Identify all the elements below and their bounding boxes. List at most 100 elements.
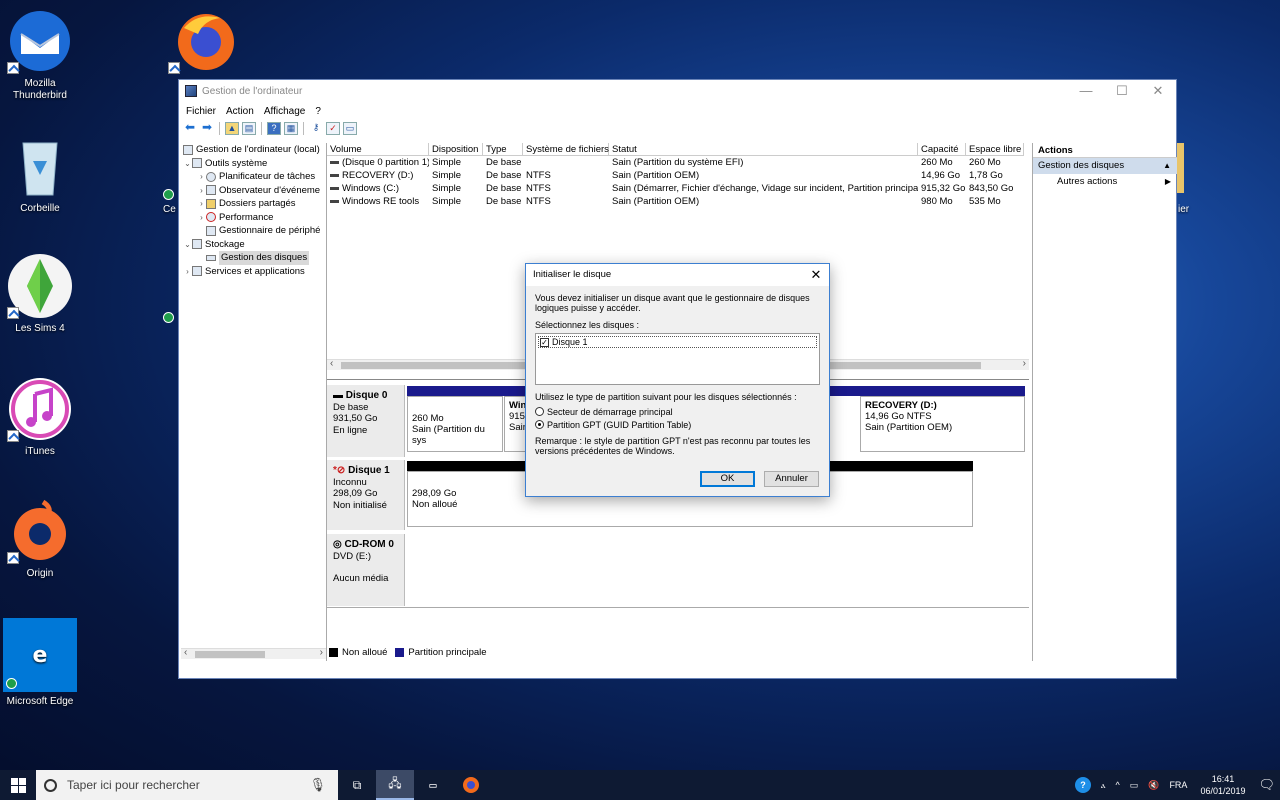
disk-selection-list[interactable]: ✓ Disque 1 [535, 333, 820, 385]
disk-list-item[interactable]: ✓ Disque 1 [538, 336, 817, 348]
input-language[interactable]: FRA [1169, 780, 1187, 790]
action-center-icon[interactable]: 🗨 [1258, 777, 1275, 793]
column-header-status[interactable]: Statut [609, 143, 918, 156]
show-hide-tree-icon[interactable]: ▤ [242, 121, 256, 135]
tree-item-performance[interactable]: › Performance [181, 211, 326, 225]
tree-item-disk-management[interactable]: Gestion des disques [181, 251, 326, 265]
shortcut-arrow-icon [7, 430, 19, 442]
tree-horizontal-scrollbar[interactable]: ‹ › [181, 647, 326, 659]
disk1-checkbox[interactable]: ✓ [540, 337, 549, 347]
tree-item-task-scheduler[interactable]: › Planificateur de tâches [181, 170, 326, 184]
mbr-radio-option[interactable]: Secteur de démarrage principal [535, 405, 820, 418]
tree-item-shared-folders[interactable]: › Dossiers partagés [181, 197, 326, 211]
taskbar-computer-management-icon[interactable]: 🖧 [376, 770, 414, 800]
collapsed-chevron-icon[interactable]: › [197, 211, 206, 225]
tree-item-services-applications[interactable]: › Services et applications [181, 265, 326, 279]
help-circle-icon[interactable]: ? [1074, 777, 1091, 793]
taskbar-firefox-icon[interactable] [452, 770, 490, 800]
minimize-button[interactable]: — [1068, 83, 1104, 99]
actions-section-disk-management[interactable]: Gestion des disques ▲ [1033, 158, 1177, 174]
services-icon [192, 266, 202, 277]
desktop-icon-firefox[interactable] [162, 8, 240, 78]
scroll-right-icon[interactable]: › [320, 647, 323, 658]
menu-bar: Fichier Action Affichage ? [179, 102, 1176, 120]
ok-button[interactable]: OK [700, 471, 755, 487]
partial-folder-icon [1177, 143, 1184, 193]
menu-help[interactable]: ? [315, 106, 321, 117]
column-header-filesystem[interactable]: Système de fichiers [523, 143, 609, 156]
column-header-disposition[interactable]: Disposition [429, 143, 483, 156]
shortcut-arrow-icon [168, 62, 180, 74]
properties-icon[interactable]: ▦ [284, 121, 298, 135]
expanded-chevron-icon[interactable]: ⌄ [183, 238, 192, 252]
microphone-icon[interactable]: 🎙 [309, 777, 326, 793]
collapsed-chevron-icon[interactable]: › [197, 197, 206, 211]
menu-affichage[interactable]: Affichage [264, 106, 306, 117]
disk0-label[interactable]: ▬ Disque 0 De base 931,50 Go En ligne [327, 385, 405, 457]
cancel-button[interactable]: Annuler [764, 471, 819, 487]
dialog-close-icon[interactable]: ✕ [803, 264, 829, 286]
desktop-icon-edge[interactable]: e Microsoft Edge [1, 618, 79, 708]
mbr-radio-button[interactable] [535, 407, 544, 416]
volume-muted-icon[interactable]: 🔇 [1148, 780, 1159, 791]
column-header-volume[interactable]: Volume [327, 143, 429, 156]
tree-item-event-viewer[interactable]: › Observateur d'événeme [181, 184, 326, 198]
collapsed-chevron-icon[interactable]: › [197, 184, 206, 198]
collapsed-chevron-icon[interactable]: › [183, 265, 192, 279]
actions-more[interactable]: Autres actions ▶ [1033, 174, 1177, 189]
desktop-icon-recycle-bin[interactable]: Corbeille [1, 133, 79, 215]
tree-item-system-tools[interactable]: ⌄ Outils système [181, 157, 326, 171]
checklist-icon[interactable]: ✓ [326, 121, 340, 135]
column-header-type[interactable]: Type [483, 143, 523, 156]
scroll-left-icon[interactable]: ‹ [330, 358, 333, 369]
table-row[interactable]: RECOVERY (D:) Simple De base NTFS Sain (Part… [327, 169, 1029, 182]
menu-fichier[interactable]: Fichier [186, 106, 216, 117]
taskbar-search-box[interactable]: Taper ici pour rechercher 🎙 [36, 770, 338, 800]
tree-item-storage[interactable]: ⌄ Stockage [181, 238, 326, 252]
back-arrow-icon[interactable]: ⬅ [183, 121, 197, 135]
menu-action[interactable]: Action [226, 106, 254, 117]
clock[interactable]: 16:41 06/01/2019 [1200, 773, 1245, 797]
toolbar-separator [219, 121, 220, 135]
desktop-icon-itunes[interactable]: iTunes [1, 376, 79, 458]
taskbar-cmd-icon[interactable]: ▭ [414, 770, 452, 800]
dialog-title-bar[interactable]: Initialiser le disque ✕ [526, 264, 829, 286]
maximize-button[interactable]: ☐ [1104, 83, 1140, 99]
close-button[interactable]: ✕ [1140, 83, 1176, 99]
table-row[interactable]: Windows (C:) Simple De base NTFS Sain (Démar… [327, 182, 1029, 195]
up-folder-icon[interactable]: ▲ [225, 121, 239, 135]
scrollbar-thumb[interactable] [195, 651, 265, 658]
desktop-icon-thunderbird[interactable]: Mozilla Thunderbird [1, 8, 79, 102]
shortcut-arrow-icon [7, 62, 19, 74]
title-bar[interactable]: Gestion de l'ordinateur — ☐ ✕ [179, 80, 1176, 102]
cdrom-label[interactable]: ◎ CD-ROM 0 DVD (E:) Aucun média [327, 534, 405, 606]
column-header-free-space[interactable]: Espace libre [966, 143, 1024, 156]
key-icon[interactable]: ⚷ [309, 122, 323, 135]
forward-arrow-icon[interactable]: ➡ [200, 121, 214, 135]
table-row[interactable]: (Disque 0 partition 1) Simple De base Sain … [327, 156, 1029, 169]
table-row[interactable]: Windows RE tools Simple De base NTFS Sain (P… [327, 195, 1029, 208]
column-header-capacity[interactable]: Capacité [918, 143, 966, 156]
disk0-partition-efi[interactable]: 260 Mo Sain (Partition du sys [407, 396, 503, 452]
task-view-icon[interactable]: ⧉ [338, 770, 376, 800]
disk1-label[interactable]: *⊘ Disque 1 Inconnu 298,09 Go Non initia… [327, 460, 405, 530]
desktop-icon-sims4[interactable]: Les Sims 4 [1, 253, 79, 335]
scroll-right-icon[interactable]: › [1023, 358, 1026, 369]
scroll-left-icon[interactable]: ‹ [184, 647, 187, 658]
desktop-icon-origin[interactable]: Origin [1, 498, 79, 580]
start-button[interactable] [0, 770, 36, 800]
collapsed-chevron-icon[interactable]: › [197, 170, 206, 184]
gpt-radio-option[interactable]: Partition GPT (GUID Partition Table) [535, 418, 820, 431]
people-icon[interactable]: ⲁ [1101, 780, 1106, 791]
tree-item-device-manager[interactable]: Gestionnaire de périphé [181, 224, 326, 238]
export-list-icon[interactable]: ▭ [343, 121, 357, 135]
desktop-icon-label: Les Sims 4 [15, 323, 65, 334]
tray-overflow-chevron-icon[interactable]: ^ [1115, 780, 1119, 790]
tree-item-computer-management[interactable]: Gestion de l'ordinateur (local) [181, 143, 326, 157]
collapse-up-icon[interactable]: ▲ [1163, 158, 1171, 174]
disk0-partition-recovery[interactable]: RECOVERY (D:) 14,96 Go NTFS Sain (Partit… [860, 396, 1025, 452]
network-icon[interactable]: ▭ [1130, 780, 1139, 791]
help-icon[interactable]: ? [267, 121, 281, 135]
gpt-radio-button[interactable] [535, 420, 544, 429]
expanded-chevron-icon[interactable]: ⌄ [183, 157, 192, 171]
